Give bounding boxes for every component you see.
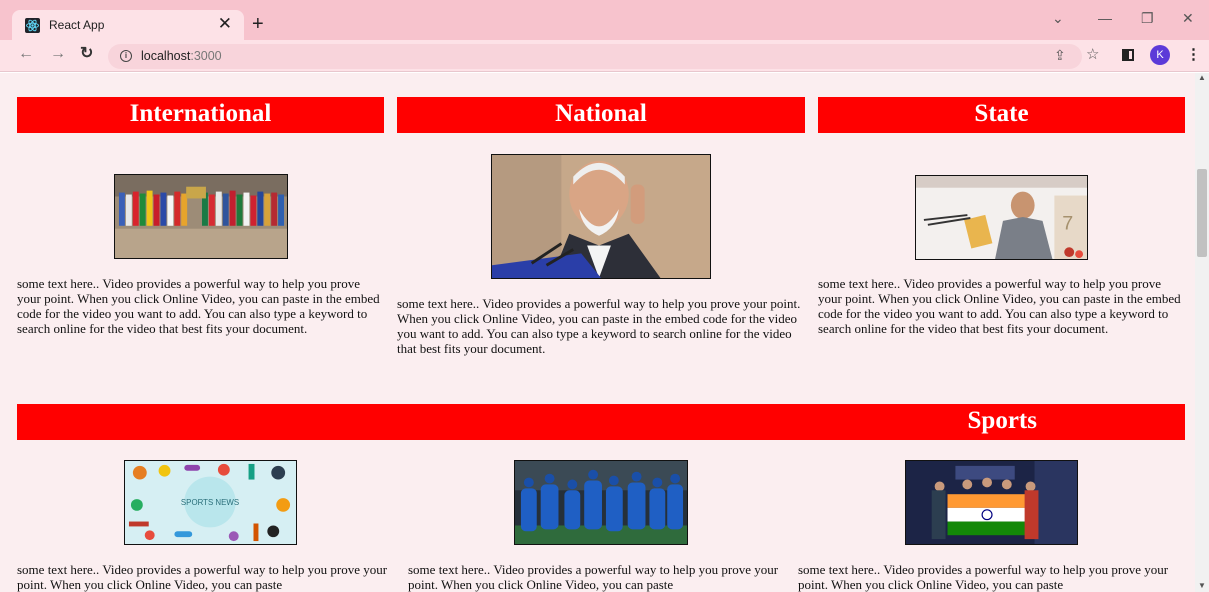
state-text: some text here.. Video provides a powerf…	[818, 276, 1181, 336]
international-title: International	[129, 100, 272, 127]
international-header: International	[17, 97, 384, 133]
close-icon[interactable]: ✕	[218, 15, 232, 32]
g20-flags-image	[114, 174, 288, 259]
restore-icon[interactable]: ❐	[1141, 11, 1154, 25]
sports-news-image-text: SPORTS NEWS	[181, 498, 239, 507]
cricket-team-image	[514, 460, 688, 545]
sports-card1-text: some text here.. Video provides a powerf…	[17, 562, 388, 592]
sports-news-image: SPORTS NEWS	[124, 460, 297, 545]
plus-icon[interactable]: +	[252, 14, 264, 34]
national-header: National	[397, 97, 805, 133]
kebab-menu-icon[interactable]: ⋮	[1186, 47, 1201, 62]
sports-card2-text: some text here.. Video provides a powerf…	[408, 562, 779, 592]
browser-tab[interactable]: React App ✕	[12, 10, 244, 40]
url-text: localhost:3000	[141, 49, 222, 63]
state-header: State	[818, 97, 1185, 133]
side-panel-icon[interactable]	[1122, 49, 1134, 61]
browser-toolbar: ← → ↻ i localhost:3000 ⇪ ☆ K ⋮	[0, 40, 1209, 72]
international-text: some text here.. Video provides a powerf…	[17, 276, 380, 336]
minister-at-podium-image: 7	[915, 175, 1088, 260]
info-icon[interactable]: i	[120, 50, 132, 62]
minimize-icon[interactable]: —	[1098, 11, 1112, 25]
forward-arrow-icon[interactable]: →	[50, 46, 66, 62]
page-viewport: International National State 7 some text…	[0, 73, 1195, 592]
sports-header: Sports	[17, 404, 1185, 440]
back-arrow-icon[interactable]: ←	[18, 46, 34, 62]
tab-title: React App	[49, 18, 105, 32]
star-icon[interactable]: ☆	[1086, 47, 1099, 62]
politician-speaking-image	[491, 154, 711, 279]
avatar[interactable]: K	[1150, 45, 1170, 65]
react-favicon-icon	[25, 18, 40, 33]
svg-text:7: 7	[1062, 213, 1073, 235]
browser-tabstrip: React App ✕ + ⌄ — ❐ ✕	[0, 0, 1209, 40]
reload-icon[interactable]: ↻	[80, 46, 93, 62]
close-window-icon[interactable]: ✕	[1182, 11, 1194, 25]
share-icon[interactable]: ⇪	[1054, 47, 1066, 64]
scroll-up-arrow-icon[interactable]: ▲	[1198, 73, 1206, 82]
state-title: State	[974, 100, 1029, 127]
address-bar[interactable]: i localhost:3000 ⇪	[108, 44, 1082, 69]
sports-title: Sports	[967, 407, 1037, 434]
national-title: National	[555, 100, 647, 127]
scrollbar-thumb[interactable]	[1197, 169, 1207, 257]
scroll-down-arrow-icon[interactable]: ▼	[1198, 581, 1206, 590]
chevron-down-icon[interactable]: ⌄	[1052, 11, 1064, 25]
sports-card3-text: some text here.. Video provides a powerf…	[798, 562, 1169, 592]
national-text: some text here.. Video provides a powerf…	[397, 296, 801, 356]
team-with-flag-image	[905, 460, 1078, 545]
page-scrollbar[interactable]: ▲ ▼	[1195, 73, 1209, 592]
